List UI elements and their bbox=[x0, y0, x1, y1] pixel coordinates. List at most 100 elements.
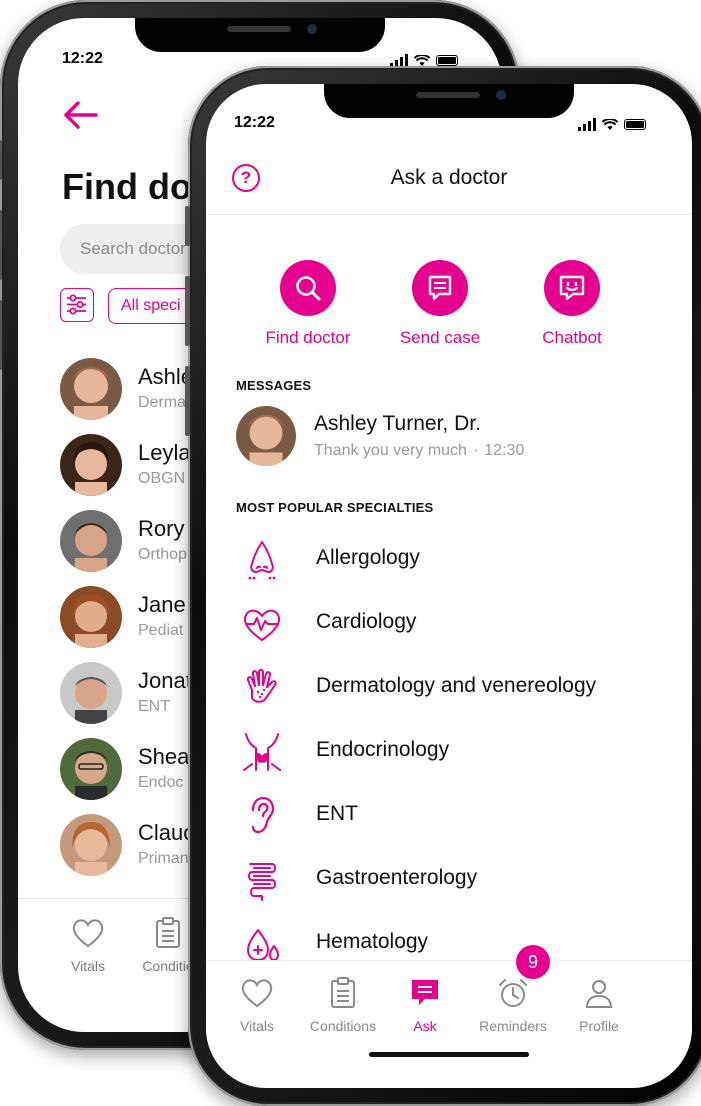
mute-switch bbox=[0, 140, 2, 180]
sliders-icon bbox=[67, 294, 86, 315]
specialty-dermatology[interactable]: Dermatology and venereology bbox=[236, 662, 676, 718]
doctor-name: Shea bbox=[138, 744, 190, 769]
specialty-label: Gastroenterology bbox=[316, 866, 478, 889]
doctor-specialty: Derma bbox=[138, 394, 187, 411]
battery-icon bbox=[624, 119, 646, 130]
specialty-allergology[interactable]: Allergology bbox=[236, 534, 676, 590]
doctor-name: Clauc bbox=[138, 820, 195, 845]
tab-reminders[interactable]: Reminders bbox=[468, 977, 558, 1034]
avatar bbox=[60, 662, 122, 724]
clipboard-icon bbox=[331, 977, 355, 1008]
wifi-icon bbox=[602, 118, 618, 130]
tab-ask[interactable]: Ask bbox=[380, 977, 470, 1034]
doctor-name: Rory bbox=[138, 516, 185, 541]
tab-label: Conditions bbox=[309, 1018, 377, 1034]
intestine-icon bbox=[248, 863, 276, 901]
message-item[interactable]: Ashley Turner, Dr. Thank you very much · 1… bbox=[236, 406, 676, 470]
heart-icon bbox=[72, 919, 104, 948]
page-title: Ask a doctor bbox=[390, 166, 508, 189]
message-sender: Ashley Turner, Dr. bbox=[314, 412, 481, 435]
battery-icon bbox=[436, 55, 458, 66]
page-title: Find do bbox=[62, 166, 192, 207]
status-time: 12:22 bbox=[62, 50, 103, 67]
avatar bbox=[60, 434, 122, 496]
avatar bbox=[60, 586, 122, 648]
front-phone: 12:22 ? Ask a doctor Find doctor Send ca… bbox=[185, 66, 701, 1106]
nose-icon bbox=[248, 541, 276, 580]
doctor-specialty: Priman bbox=[138, 850, 189, 867]
find-doctor-button[interactable]: Find doctor bbox=[248, 260, 368, 348]
volume-down-button bbox=[0, 300, 2, 370]
tab-label: Vitals bbox=[240, 1018, 274, 1034]
specialty-gastroenterology[interactable]: Gastroenterology bbox=[236, 854, 676, 910]
mute-switch bbox=[185, 206, 190, 246]
back-arrow-icon[interactable] bbox=[62, 100, 98, 130]
ear-icon bbox=[251, 796, 275, 834]
wifi-icon bbox=[414, 54, 430, 66]
person-icon bbox=[585, 980, 613, 1008]
thyroid-icon bbox=[243, 733, 281, 771]
reminders-badge: 9 bbox=[516, 945, 550, 979]
doctor-specialty: OBGN bbox=[138, 470, 186, 487]
specialty-label: Endocrinology bbox=[316, 738, 450, 761]
tab-label: Reminders bbox=[479, 1018, 547, 1034]
message-preview-line: Thank you very much · 12:30 bbox=[314, 442, 524, 460]
specialty-label: Allergology bbox=[316, 546, 420, 569]
messages-heading: MESSAGES bbox=[236, 378, 312, 393]
chatbot-button[interactable]: Chatbot bbox=[512, 260, 632, 348]
chat-icon bbox=[412, 980, 438, 1005]
specialty-label: Cardiology bbox=[316, 610, 417, 633]
doctor-name: Jane bbox=[138, 592, 186, 617]
status-icons bbox=[578, 118, 646, 131]
send-case-button[interactable]: Send case bbox=[380, 260, 500, 348]
volume-up-button bbox=[0, 210, 2, 280]
specialty-cardiology[interactable]: Cardiology bbox=[236, 598, 676, 654]
notch bbox=[135, 18, 385, 52]
action-label: Find doctor bbox=[265, 328, 351, 347]
action-label: Chatbot bbox=[542, 328, 602, 347]
doctor-specialty: Pediat bbox=[138, 622, 184, 639]
status-time: 12:22 bbox=[234, 114, 275, 131]
doctor-name: Leyla bbox=[138, 440, 191, 465]
volume-down-button bbox=[185, 366, 190, 436]
filter-button[interactable] bbox=[60, 288, 94, 322]
tab-bar: 9 Vitals Conditions Ask Reminders Profil… bbox=[206, 945, 692, 1071]
doctor-specialty: ENT bbox=[138, 698, 170, 715]
tab-label: Vitals bbox=[71, 958, 105, 974]
tab-vitals[interactable]: Vitals bbox=[212, 977, 302, 1034]
chatbot-icon bbox=[544, 260, 600, 316]
specialty-label: Hematology bbox=[316, 930, 429, 953]
clipboard-icon bbox=[156, 917, 180, 948]
search-placeholder: Search doctor bbox=[80, 239, 186, 258]
message-icon bbox=[412, 260, 468, 316]
avatar bbox=[60, 358, 122, 420]
tab-vitals[interactable]: Vitals bbox=[48, 917, 128, 974]
specialty-endocrinology[interactable]: Endocrinology bbox=[236, 726, 676, 782]
action-label: Send case bbox=[399, 328, 481, 347]
message-separator: · bbox=[472, 442, 479, 459]
tab-profile[interactable]: Profile bbox=[554, 977, 644, 1034]
front-screen: 12:22 ? Ask a doctor Find doctor Send ca… bbox=[206, 84, 692, 1088]
message-time: 12:30 bbox=[484, 442, 525, 459]
specialty-label: ENT bbox=[316, 802, 358, 825]
specialty-label: Dermatology and venereology bbox=[316, 674, 597, 697]
avatar bbox=[60, 510, 122, 572]
avatar bbox=[60, 814, 122, 876]
search-icon bbox=[280, 260, 336, 316]
doctor-name: Jonat bbox=[138, 668, 192, 693]
specialties-heading: MOST POPULAR SPECIALTIES bbox=[236, 500, 434, 515]
home-indicator bbox=[369, 1052, 529, 1057]
tab-label: Profile bbox=[579, 1018, 619, 1034]
heart-pulse-icon bbox=[243, 609, 281, 641]
message-preview: Thank you very much bbox=[314, 442, 467, 459]
specialty-ent[interactable]: ENT bbox=[236, 790, 676, 846]
alarm-clock-icon bbox=[499, 979, 527, 1007]
header-divider bbox=[206, 214, 692, 215]
hand-icon bbox=[246, 668, 277, 703]
doctor-specialty: Orthop bbox=[138, 546, 187, 563]
avatar bbox=[60, 738, 122, 800]
signal-icon bbox=[578, 118, 596, 131]
tab-conditions[interactable]: Conditions bbox=[298, 977, 388, 1034]
avatar bbox=[236, 406, 296, 466]
tab-label: Ask bbox=[413, 1018, 437, 1034]
